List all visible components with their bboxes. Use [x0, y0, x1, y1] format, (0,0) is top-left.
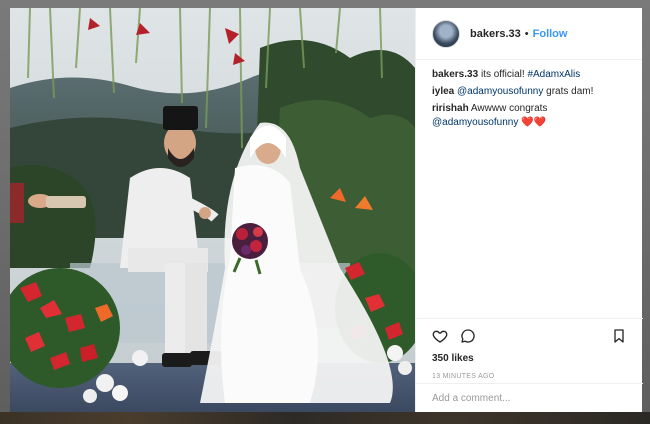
post-photo[interactable]	[10, 8, 415, 412]
comments-list: bakers.33 its official! #AdamxAlis iylea…	[416, 60, 642, 130]
add-comment-input[interactable]	[432, 392, 627, 404]
post-side-panel: bakers.33 • Follow bakers.33 its officia…	[415, 8, 643, 412]
post-header: bakers.33 • Follow	[416, 8, 642, 60]
comment-text: its official!	[480, 69, 525, 80]
comment-item: iylea @adamyousofunny grats dam!	[432, 85, 626, 99]
speech-bubble-icon[interactable]	[460, 328, 476, 344]
comment-hashtag[interactable]: #AdamxAlis	[527, 69, 580, 80]
follow-button[interactable]: Follow	[533, 28, 568, 40]
add-comment-bar	[416, 383, 643, 412]
post-username[interactable]: bakers.33	[470, 28, 521, 40]
heart-emoji-icon: ❤️❤️	[521, 117, 547, 128]
comment-username[interactable]: iylea	[432, 86, 454, 97]
comment-username[interactable]: bakers.33	[432, 69, 478, 80]
comment-mention[interactable]: @adamyousofunny	[432, 117, 518, 128]
comment-text: grats dam!	[546, 86, 594, 97]
comment-item: ririshah Awwww congrats @adamyousofunny …	[432, 102, 626, 130]
post-timestamp[interactable]: 13 MINUTES AGO	[432, 373, 627, 380]
post-modal: bakers.33 • Follow bakers.33 its officia…	[10, 8, 643, 412]
user-avatar[interactable]	[432, 19, 460, 48]
wedding-photo-illustration	[10, 8, 415, 412]
heart-outline-icon[interactable]	[432, 328, 448, 344]
likes-count[interactable]: 350 likes	[432, 353, 627, 365]
comment-item: bakers.33 its official! #AdamxAlis	[432, 68, 626, 82]
bookmark-icon[interactable]	[611, 328, 627, 344]
comment-username[interactable]: ririshah	[432, 103, 469, 114]
comment-text: Awwww congrats	[470, 103, 548, 114]
comment-mention[interactable]: @adamyousofunny	[457, 86, 543, 97]
header-separator: •	[524, 27, 529, 40]
action-icons-row	[432, 319, 627, 353]
